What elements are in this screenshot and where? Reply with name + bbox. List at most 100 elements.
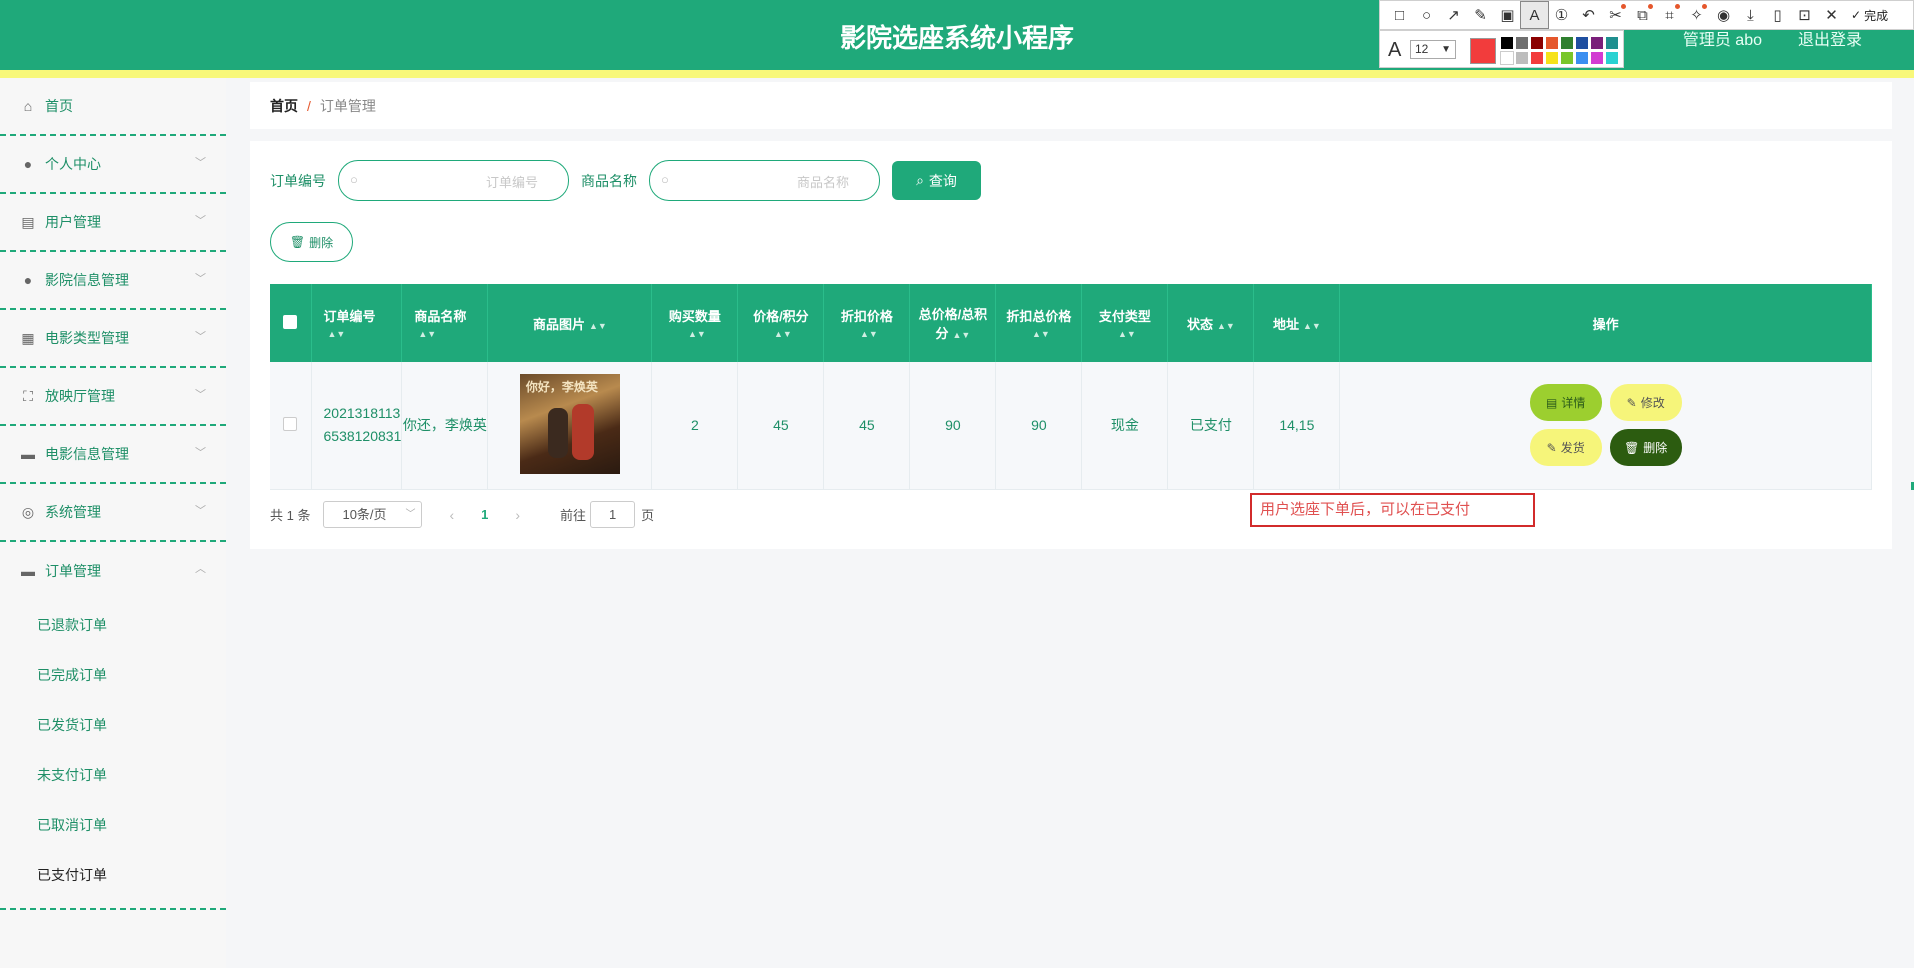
color-swatch[interactable] — [1561, 52, 1573, 64]
scissors-tool-icon[interactable]: ✂ — [1602, 2, 1629, 28]
col-actions: 操作 — [1339, 284, 1872, 362]
price-cell: 45 — [737, 362, 825, 490]
pencil-icon: ✎ — [1546, 440, 1557, 455]
col-status[interactable]: 状态 ▲▼ — [1167, 284, 1255, 362]
submenu-unpaid-orders[interactable]: 未支付订单 — [0, 750, 226, 800]
color-swatch[interactable] — [1516, 37, 1528, 49]
pen-tool-icon[interactable]: ✎ — [1467, 2, 1494, 28]
order-no-input[interactable]: ○ 订单编号 — [338, 160, 569, 201]
close-icon[interactable]: ✕ — [1818, 2, 1845, 28]
color-swatch[interactable] — [1591, 52, 1603, 64]
font-size-select[interactable]: 12 ▼ — [1410, 40, 1456, 59]
color-swatch[interactable] — [1561, 37, 1573, 49]
movie-poster-image[interactable]: 你好，李焕英 — [519, 373, 620, 474]
color-palette[interactable] — [1500, 37, 1618, 65]
col-discount-total[interactable]: 折扣总价格 ▲▼ — [995, 284, 1083, 362]
col-total[interactable]: 总价格/总积分 ▲▼ — [909, 284, 997, 362]
select-all-cell[interactable] — [270, 284, 312, 362]
select-all-checkbox[interactable] — [283, 314, 298, 329]
col-pay-type[interactable]: 支付类型▲▼ — [1081, 284, 1169, 362]
done-button[interactable]: ✓ 完成 — [1851, 7, 1888, 24]
color-swatch[interactable] — [1531, 37, 1543, 49]
sidebar-item-cinema[interactable]: ● 影院信息管理 ﹀ — [0, 252, 226, 310]
sidebar-item-users[interactable]: ▤ 用户管理 ﹀ — [0, 194, 226, 252]
color-swatch[interactable] — [1546, 52, 1558, 64]
annotation-textbox[interactable]: 用户选座下单后，可以在已支付 — [1250, 493, 1535, 527]
col-discount-price[interactable]: 折扣价格▲▼ — [823, 284, 911, 362]
sidebar-item-movie-types[interactable]: ▦ 电影类型管理 ﹀ — [0, 310, 226, 368]
color-swatch[interactable] — [1606, 52, 1618, 64]
edit-button[interactable]: ✎ 修改 — [1609, 384, 1682, 422]
search-icon: ⌕ — [916, 172, 924, 188]
pin-tool-icon[interactable]: ✧ — [1683, 2, 1710, 28]
query-button[interactable]: ⌕ 查询 — [892, 161, 981, 200]
row-checkbox[interactable] — [283, 416, 298, 431]
frame-icon: ⛶ — [23, 387, 33, 404]
batch-delete-button[interactable]: 🗑 删除 — [270, 222, 353, 262]
breadcrumb-home[interactable]: 首页 — [270, 96, 298, 116]
color-swatch[interactable] — [1500, 51, 1514, 65]
text-tool-icon[interactable]: A — [1520, 1, 1549, 29]
sidebar-item-halls[interactable]: ⛶ 放映厅管理 ﹀ — [0, 368, 226, 426]
next-page-icon[interactable]: › — [515, 507, 520, 523]
color-swatch[interactable] — [1531, 52, 1543, 64]
goods-name-input[interactable]: ○ 商品名称 — [649, 160, 880, 201]
color-swatch[interactable] — [1576, 52, 1588, 64]
document-icon: ▤ — [1546, 395, 1558, 410]
col-address[interactable]: 地址 ▲▼ — [1253, 284, 1341, 362]
col-quantity[interactable]: 购买数量▲▼ — [651, 284, 739, 362]
pay-type-cell: 现金 — [1081, 362, 1169, 490]
page-size-select[interactable]: 10条/页 ﹀ — [323, 501, 423, 528]
download-icon[interactable]: ⤓ — [1737, 2, 1764, 28]
sidebar-item-system[interactable]: ◎ 系统管理 ﹀ — [0, 484, 226, 542]
color-swatch[interactable] — [1591, 37, 1603, 49]
submenu-shipped-orders[interactable]: 已发货订单 — [0, 700, 226, 750]
detail-button[interactable]: ▤ 详情 — [1529, 384, 1602, 422]
page-number[interactable]: 1 — [481, 507, 488, 522]
col-goods-image[interactable]: 商品图片 ▲▼ — [487, 284, 653, 362]
color-swatch[interactable] — [1606, 37, 1618, 49]
lifebuoy-icon: ◎ — [21, 503, 35, 520]
current-color-swatch[interactable] — [1470, 38, 1496, 64]
sort-icon: ▲▼ — [1117, 329, 1136, 339]
sort-icon: ▲▼ — [859, 329, 878, 339]
color-swatch[interactable] — [1546, 37, 1558, 49]
ship-button[interactable]: ✎ 发货 — [1529, 429, 1602, 467]
number-tool-icon[interactable]: ① — [1548, 2, 1575, 28]
goto-page-input[interactable]: 1 — [590, 501, 636, 528]
submenu-refunded-orders[interactable]: 已退款订单 — [0, 600, 226, 650]
bookmark-icon[interactable]: ⊡ — [1791, 2, 1818, 28]
col-order-no[interactable]: 订单编号▲▼ — [311, 284, 403, 362]
arrow-tool-icon[interactable]: ↗ — [1440, 2, 1467, 28]
goods-name-cell: 你还，李焕英 — [401, 362, 489, 490]
crop-tool-icon[interactable]: ⌗ — [1656, 2, 1683, 28]
submenu-cancelled-orders[interactable]: 已取消订单 — [0, 800, 226, 850]
phone-icon[interactable]: ▯ — [1764, 2, 1791, 28]
color-swatch[interactable] — [1576, 37, 1588, 49]
sidebar-item-orders[interactable]: ▬ 订单管理 ︿ — [0, 542, 226, 600]
rectangle-tool-icon[interactable]: □ — [1386, 2, 1413, 28]
row-select-cell[interactable] — [270, 362, 312, 490]
color-swatch[interactable] — [1516, 52, 1528, 64]
delete-row-button[interactable]: 🗑 删除 — [1609, 429, 1682, 467]
translate-tool-icon[interactable]: ⧉ — [1629, 2, 1656, 28]
col-goods-name[interactable]: 商品名称▲▼ — [401, 284, 489, 362]
mosaic-tool-icon[interactable]: ▣ — [1494, 2, 1521, 28]
sidebar-item-home[interactable]: ⌂ 首页 — [0, 78, 226, 136]
color-swatch[interactable] — [1501, 37, 1513, 49]
quantity-cell: 2 — [651, 362, 739, 490]
record-tool-icon[interactable]: ◉ — [1710, 2, 1737, 28]
submenu-paid-orders[interactable]: 已支付订单 — [0, 850, 226, 900]
ellipse-tool-icon[interactable]: ○ — [1413, 2, 1440, 28]
breadcrumb-separator: / — [307, 97, 311, 114]
chart-icon: ▤ — [21, 213, 35, 230]
sidebar-item-profile[interactable]: ● 个人中心 ﹀ — [0, 136, 226, 194]
undo-icon[interactable]: ↶ — [1575, 2, 1602, 28]
pencil-icon: ✎ — [1626, 395, 1637, 410]
sidebar-item-movies[interactable]: ▬ 电影信息管理 ﹀ — [0, 426, 226, 484]
prev-page-icon[interactable]: ‹ — [449, 507, 454, 523]
col-price[interactable]: 价格/积分 ▲▼ — [737, 284, 825, 362]
submenu-completed-orders[interactable]: 已完成订单 — [0, 650, 226, 700]
sort-icon: ▲▼ — [327, 329, 346, 339]
breadcrumb-current: 订单管理 — [319, 97, 376, 114]
